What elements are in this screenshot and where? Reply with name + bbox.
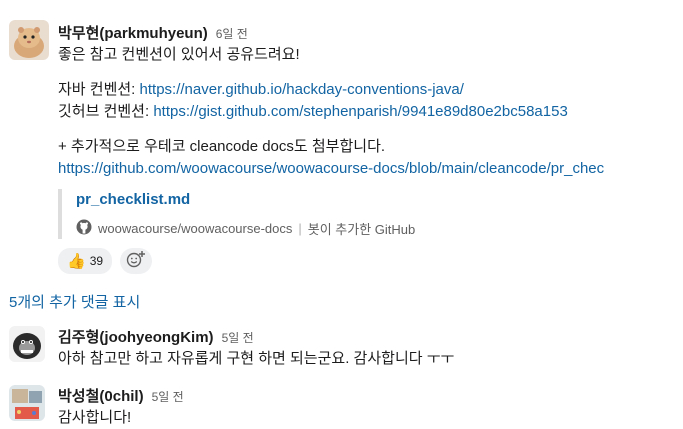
docs-link-line: https://github.com/woowacourse/woowacour… xyxy=(58,158,683,180)
link-attachment: pr_checklist.md woowacourse/woowacourse-… xyxy=(58,189,436,239)
timestamp[interactable]: 5일 전 xyxy=(222,329,254,346)
timestamp[interactable]: 5일 전 xyxy=(152,388,184,405)
attachment-repo[interactable]: woowacourse/woowacourse-docs xyxy=(98,221,292,236)
message-header: 박성철(0chil) 5일 전 xyxy=(58,385,683,407)
reactions-bar: 👍 39 xyxy=(58,248,153,274)
reaction-thumbs-up[interactable]: 👍 39 xyxy=(58,248,113,274)
git-convention-line: 깃허브 컨벤션: https://gist.github.com/stephen… xyxy=(58,101,683,123)
add-reaction-icon xyxy=(126,250,146,273)
avatar-joohyeongkim[interactable] xyxy=(9,326,45,362)
attachment-title[interactable]: pr_checklist.md xyxy=(76,189,436,211)
message-header: 김주형(joohyeongKim) 5일 전 xyxy=(58,326,683,348)
java-convention-line: 자바 컨벤션: https://naver.github.io/hackday-… xyxy=(58,79,683,101)
author-name[interactable]: 박성철(0chil) xyxy=(58,385,144,406)
github-icon xyxy=(76,219,92,238)
reaction-count: 39 xyxy=(89,254,104,268)
avatar-parkmuhyeun[interactable] xyxy=(9,20,49,60)
java-convention-label: 자바 컨벤션: xyxy=(58,81,140,98)
git-convention-link[interactable]: https://gist.github.com/stephenparish/99… xyxy=(153,103,567,120)
thumbs-up-icon: 👍 xyxy=(67,253,86,270)
message-text-extra: + 추가적으로 우테코 cleancode docs도 첨부합니다. xyxy=(58,138,386,155)
separator: | xyxy=(298,221,302,236)
author-name[interactable]: 박무현(parkmuhyeun) xyxy=(58,22,208,43)
attachment-footer: woowacourse/woowacourse-docs | 봇이 추가한 Gi… xyxy=(76,219,436,238)
docs-link[interactable]: https://github.com/woowacourse/woowacour… xyxy=(58,160,604,177)
author-name[interactable]: 김주형(joohyeongKim) xyxy=(58,326,214,347)
git-convention-label: 깃허브 컨벤션: xyxy=(58,103,154,120)
show-more-replies-link[interactable]: 5개의 추가 댓글 표시 xyxy=(9,291,140,312)
attachment-source: 봇이 추가한 GitHub xyxy=(307,222,416,237)
java-convention-link[interactable]: https://naver.github.io/hackday-conventi… xyxy=(140,81,464,98)
message-header: 박무현(parkmuhyeun) 6일 전 xyxy=(58,22,683,44)
timestamp[interactable]: 6일 전 xyxy=(216,25,248,42)
message-text: 아하 참고만 하고 자유롭게 구현 하면 되는군요. 감사합니다 ㅜㅜ xyxy=(58,350,455,367)
add-reaction-button[interactable] xyxy=(120,248,153,274)
avatar-0chil[interactable] xyxy=(9,385,45,421)
message-text-intro: 좋은 참고 컨벤션이 있어서 공유드려요! xyxy=(58,46,300,63)
